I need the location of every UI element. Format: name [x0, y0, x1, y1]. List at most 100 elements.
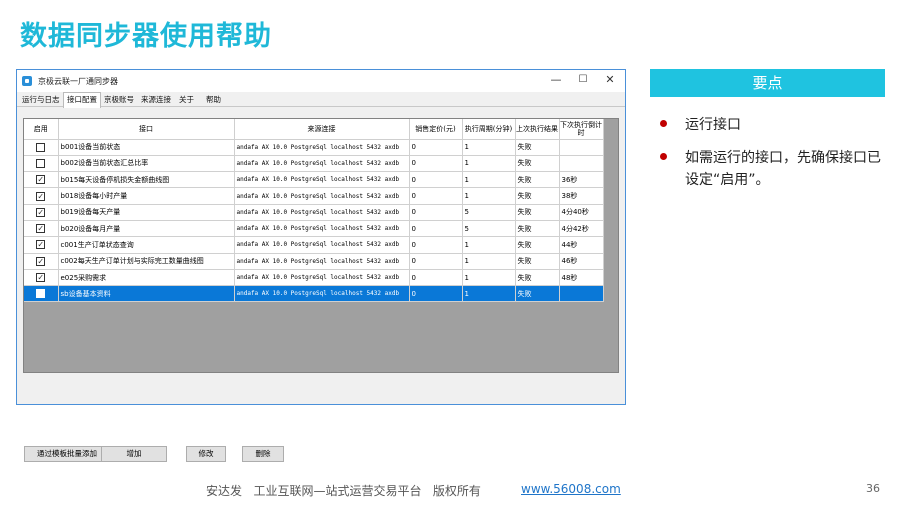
source-connection-cell: andafa AX 10.0 PostgreSql localhost 5432… — [234, 269, 410, 287]
price-cell: 0 — [409, 171, 463, 189]
sync-window: 京极云联一厂通同步器 — ☐ ✕ 运行与日志 接口配置 京极账号 来源连接 关于… — [16, 69, 626, 462]
countdown-cell: 46秒 — [559, 253, 604, 270]
checkbox-checked-icon[interactable]: ✓ — [36, 273, 46, 283]
col-interface[interactable]: 接口 — [58, 119, 235, 140]
col-countdown[interactable]: 下次执行倒计时 — [559, 119, 604, 140]
col-enabled[interactable]: 启用 — [24, 119, 59, 140]
table-row[interactable]: ✓ b015每天设备停机损失金额曲线图 andafa AX 10.0 Postgre… — [24, 171, 604, 189]
price-cell: 0 — [409, 253, 463, 270]
edit-button[interactable]: 修改 — [186, 446, 226, 462]
countdown-cell — [559, 155, 604, 173]
countdown-cell — [559, 139, 604, 156]
enabled-checkbox[interactable] — [24, 155, 59, 173]
enabled-checkbox[interactable]: ✓ — [24, 269, 59, 287]
bullet-text: 如需运行的接口，先确保接口已设定“启用”。 — [685, 150, 881, 188]
footer-link[interactable]: www.56008.com — [521, 482, 621, 496]
interface-name-cell: b019设备每天产量 — [58, 204, 235, 221]
last-result-cell: 失败 — [515, 285, 560, 303]
enabled-checkbox[interactable]: ✓ — [24, 171, 59, 189]
enabled-checkbox[interactable] — [24, 285, 59, 303]
enabled-checkbox[interactable]: ✓ — [24, 187, 59, 205]
app-icon — [22, 76, 32, 86]
source-connection-cell: andafa AX 10.0 PostgreSql localhost 5432… — [234, 155, 410, 173]
col-last-result[interactable]: 上次执行结果 — [515, 119, 560, 140]
last-result-cell: 失败 — [515, 220, 560, 238]
footer-text: 安达发 工业互联网—站式运营交易平台 版权所有 — [206, 484, 481, 498]
last-result-cell: 失败 — [515, 204, 560, 221]
checkbox-checked-icon[interactable]: ✓ — [36, 240, 46, 250]
table-row[interactable]: ✓ e025采购需求 andafa AX 10.0 PostgreSql local… — [24, 269, 604, 287]
period-cell: 1 — [462, 285, 516, 303]
period-cell: 1 — [462, 236, 516, 254]
tab-source-connection[interactable]: 来源连接 — [138, 94, 174, 107]
countdown-cell: 44秒 — [559, 236, 604, 254]
table-header: 启用 接口 来源连接 销售定价(元) 执行周期(分钟) 上次执行结果 下次执行倒… — [24, 119, 604, 140]
col-price[interactable]: 销售定价(元) — [409, 119, 463, 140]
col-source[interactable]: 来源连接 — [234, 119, 410, 140]
interface-name-cell: c001生产订单状态查询 — [58, 236, 235, 254]
bullet-item: 如需运行的接口，先确保接口已设定“启用”。 — [660, 147, 886, 191]
countdown-cell: 48秒 — [559, 269, 604, 287]
tab-help[interactable]: 帮助 — [203, 94, 224, 107]
checkbox-checked-icon[interactable]: ✓ — [36, 207, 46, 217]
bullet-dot-icon — [660, 120, 667, 127]
checkbox-unchecked-icon[interactable] — [36, 142, 46, 152]
table-row[interactable]: ✓ b019设备每天产量 andafa AX 10.0 PostgreSql loc… — [24, 204, 604, 221]
close-icon[interactable]: ✕ — [603, 73, 617, 87]
checkbox-unchecked-icon[interactable] — [36, 158, 46, 168]
checkbox-unchecked-icon[interactable] — [36, 289, 46, 299]
enabled-checkbox[interactable]: ✓ — [24, 220, 59, 238]
minimize-icon[interactable]: — — [549, 73, 563, 87]
period-cell: 1 — [462, 187, 516, 205]
last-result-cell: 失败 — [515, 171, 560, 189]
enabled-checkbox[interactable]: ✓ — [24, 253, 59, 270]
period-cell: 1 — [462, 171, 516, 189]
tab-bar: 运行与日志 接口配置 京极账号 来源连接 关于 帮助 — [17, 92, 625, 108]
table-row[interactable]: ✓ c002每天生产订单计划与实际完工数量曲线图 andafa AX 10.0 Po… — [24, 253, 604, 270]
col-period[interactable]: 执行周期(分钟) — [462, 119, 516, 140]
tab-account[interactable]: 京极账号 — [101, 94, 137, 107]
interface-name-cell: b001设备当前状态 — [58, 139, 235, 156]
page-number: 36 — [866, 482, 880, 495]
interface-name-cell: b002设备当前状态汇总比率 — [58, 155, 235, 173]
last-result-cell: 失败 — [515, 253, 560, 270]
countdown-cell: 4分40秒 — [559, 204, 604, 221]
checkbox-checked-icon[interactable]: ✓ — [36, 191, 46, 201]
batch-add-from-template-button[interactable]: 通过模板批量添加 — [24, 446, 110, 462]
countdown-cell — [559, 285, 604, 303]
table-row[interactable]: sb设备基本资料 andafa AX 10.0 PostgreSql localh… — [24, 285, 604, 303]
enabled-checkbox[interactable] — [24, 139, 59, 156]
interface-name-cell: b015每天设备停机损失金额曲线图 — [58, 171, 235, 189]
period-cell: 1 — [462, 139, 516, 156]
enabled-checkbox[interactable]: ✓ — [24, 204, 59, 221]
last-result-cell: 失败 — [515, 269, 560, 287]
tab-about[interactable]: 关于 — [176, 94, 197, 107]
bullet-text: 运行接口 — [685, 117, 741, 133]
checkbox-checked-icon[interactable]: ✓ — [36, 175, 46, 185]
source-connection-cell: andafa AX 10.0 PostgreSql localhost 5432… — [234, 204, 410, 221]
countdown-cell: 38秒 — [559, 187, 604, 205]
tab-run-log[interactable]: 运行与日志 — [19, 94, 63, 107]
price-cell: 0 — [409, 269, 463, 287]
period-cell: 1 — [462, 269, 516, 287]
checkbox-checked-icon[interactable]: ✓ — [36, 224, 46, 234]
price-cell: 0 — [409, 139, 463, 156]
source-connection-cell: andafa AX 10.0 PostgreSql localhost 5432… — [234, 236, 410, 254]
interface-table: 启用 接口 来源连接 销售定价(元) 执行周期(分钟) 上次执行结果 下次执行倒… — [24, 119, 604, 303]
bullet-item: 运行接口 — [660, 114, 886, 136]
delete-button[interactable]: 删除 — [242, 446, 284, 462]
table-row[interactable]: b002设备当前状态汇总比率 andafa AX 10.0 PostgreSql … — [24, 155, 604, 173]
maximize-icon[interactable]: ☐ — [576, 73, 590, 87]
period-cell: 1 — [462, 155, 516, 173]
interface-name-cell: c002每天生产订单计划与实际完工数量曲线图 — [58, 253, 235, 270]
table-row[interactable]: ✓ b018设备每小时产量 andafa AX 10.0 PostgreSql lo… — [24, 187, 604, 205]
add-button[interactable]: 增加 — [101, 446, 167, 462]
tab-interface-config[interactable]: 接口配置 — [63, 92, 101, 108]
table-row[interactable]: ✓ c001生产订单状态查询 andafa AX 10.0 PostgreSql l… — [24, 236, 604, 254]
table-row[interactable]: ✓ b020设备每月产量 andafa AX 10.0 PostgreSql loc… — [24, 220, 604, 238]
enabled-checkbox[interactable]: ✓ — [24, 236, 59, 254]
table-row[interactable]: b001设备当前状态 andafa AX 10.0 PostgreSql loca… — [24, 139, 604, 156]
slide-title: 数据同步器使用帮助 — [20, 21, 272, 52]
interface-grid-panel: 启用 接口 来源连接 销售定价(元) 执行周期(分钟) 上次执行结果 下次执行倒… — [23, 118, 619, 373]
checkbox-checked-icon[interactable]: ✓ — [36, 256, 46, 266]
